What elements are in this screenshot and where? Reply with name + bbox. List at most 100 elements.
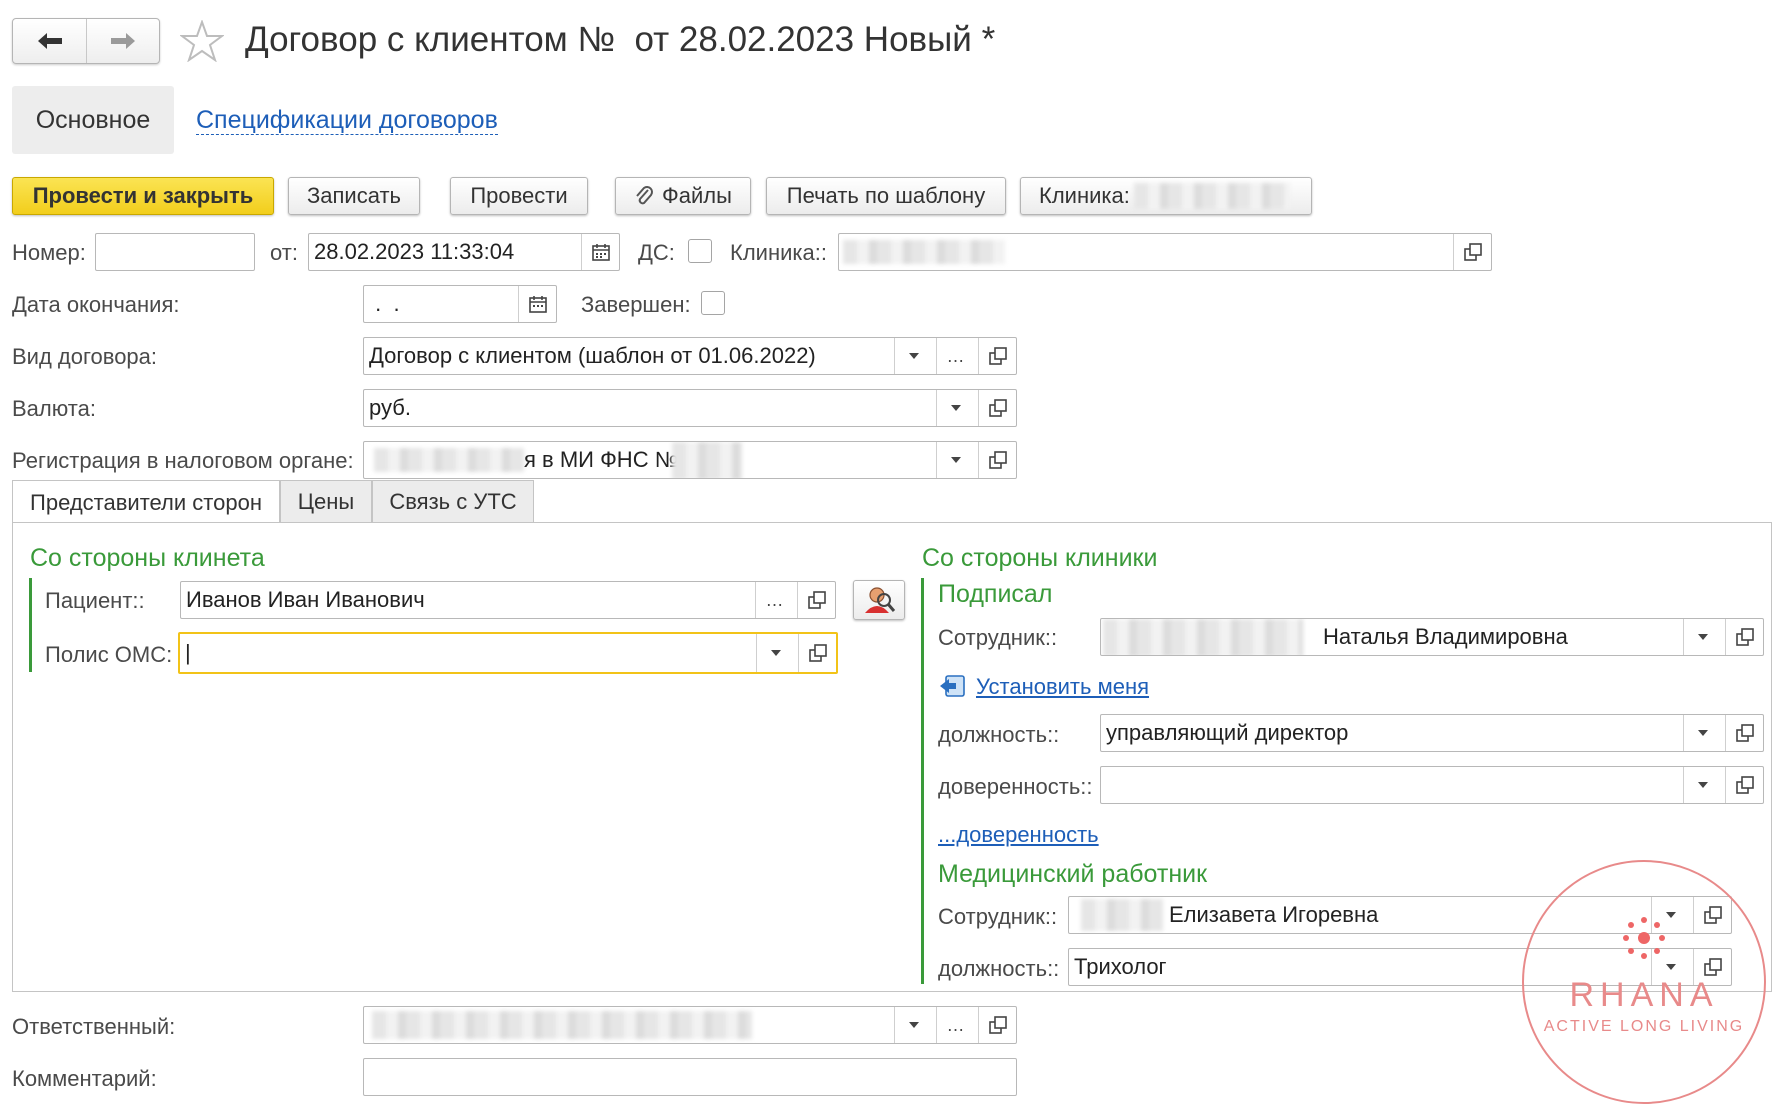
chevron-down-icon[interactable]: [1683, 715, 1721, 751]
chevron-down-icon[interactable]: [936, 442, 974, 478]
clinic-field-label: Клиника::: [730, 240, 827, 265]
open-icon[interactable]: [978, 1007, 1016, 1043]
client-side-title: Со стороны клинета: [30, 544, 265, 572]
date-input[interactable]: 28.02.2023 11:33:04: [308, 233, 620, 271]
tab-representatives[interactable]: Представители сторон: [12, 480, 280, 524]
oms-label: Полис ОМС:: [45, 642, 173, 667]
date-value: 28.02.2023 11:33:04: [314, 239, 515, 264]
files-label: Файлы: [662, 183, 732, 208]
oms-field[interactable]: |: [178, 632, 838, 674]
completed-label: Завершен:: [581, 292, 691, 317]
open-icon[interactable]: [1725, 767, 1763, 803]
find-patient-button[interactable]: [853, 580, 905, 620]
responsible-label: Ответственный:: [12, 1014, 176, 1039]
tax-registration-select[interactable]: я в МИ ФНС №4: [363, 441, 1017, 479]
set-me-link[interactable]: Установить меня: [976, 674, 1149, 700]
position-label: должность::: [938, 722, 1060, 747]
chevron-down-icon[interactable]: [1683, 619, 1721, 655]
end-date-input[interactable]: . .: [363, 285, 557, 323]
position-select[interactable]: управляющий директор: [1100, 714, 1764, 752]
completed-checkbox[interactable]: [701, 291, 725, 315]
tax-value: я в МИ ФНС №4: [524, 447, 691, 472]
calendar-icon[interactable]: [518, 286, 556, 322]
currency-select[interactable]: руб.: [363, 389, 1017, 427]
tab-uts-link[interactable]: Связь с УТС: [372, 480, 534, 522]
clinic-button[interactable]: Клиника:: [1020, 177, 1312, 215]
arrow-left-icon: [36, 31, 64, 51]
star-icon[interactable]: [180, 20, 224, 62]
calendar-icon[interactable]: [581, 234, 619, 270]
employee-label: Сотрудник::: [938, 625, 1058, 650]
nav-group: [12, 18, 160, 64]
ds-label: ДС:: [638, 240, 675, 265]
comment-input[interactable]: [363, 1058, 1017, 1096]
section-main[interactable]: Основное: [12, 86, 174, 154]
more-icon[interactable]: …: [936, 1007, 974, 1043]
position-value: управляющий директор: [1106, 720, 1349, 745]
end-date-label: Дата окончания:: [12, 292, 180, 317]
chevron-down-icon[interactable]: [936, 390, 974, 426]
print-template-button[interactable]: Печать по шаблону: [766, 177, 1006, 215]
open-icon[interactable]: [797, 582, 835, 618]
number-label: Номер:: [12, 240, 86, 265]
contract-type-select[interactable]: Договор с клиентом (шаблон от 01.06.2022…: [363, 337, 1017, 375]
patient-field[interactable]: Иванов Иван Иванович …: [180, 581, 836, 619]
attorney-select[interactable]: [1100, 766, 1764, 804]
attorney-link[interactable]: ...доверенность: [938, 822, 1099, 848]
number-input[interactable]: [95, 233, 255, 271]
end-date-value: . .: [369, 291, 400, 316]
contract-type-value: Договор с клиентом (шаблон от 01.06.2022…: [369, 343, 816, 368]
post-and-close-button[interactable]: Провести и закрыть: [12, 177, 274, 215]
employee-field[interactable]: Наталья Владимировна: [1100, 618, 1764, 656]
save-button[interactable]: Записать: [288, 177, 420, 215]
paperclip-icon: [634, 184, 654, 208]
tax-registration-label: Регистрация в налоговом органе:: [12, 448, 354, 473]
post-button[interactable]: Провести: [450, 177, 588, 215]
client-group-bar: [29, 578, 32, 672]
tab-prices[interactable]: Цены: [280, 480, 372, 522]
currency-value: руб.: [369, 395, 411, 420]
clinic-field[interactable]: [838, 233, 1492, 271]
signed-title: Подписал: [938, 580, 1053, 608]
oms-value: |: [185, 640, 191, 665]
forward-button[interactable]: [87, 19, 159, 63]
chevron-down-icon[interactable]: [756, 634, 794, 672]
arrow-right-icon: [109, 31, 137, 51]
responsible-redacted: [372, 1011, 752, 1039]
open-icon[interactable]: [978, 338, 1016, 374]
page-title: Договор с клиентом № от 28.02.2023 Новый…: [245, 20, 996, 59]
clinic-redacted: [1133, 183, 1290, 209]
contract-type-label: Вид договора:: [12, 344, 158, 369]
section-specs-link[interactable]: Спецификации договоров: [196, 106, 498, 135]
clinic-side-title: Со стороны клиники: [922, 544, 1158, 572]
responsible-select[interactable]: …: [363, 1006, 1017, 1044]
tax-redacted: [374, 448, 524, 472]
ds-checkbox[interactable]: [688, 239, 712, 263]
more-icon[interactable]: …: [936, 338, 974, 374]
open-icon[interactable]: [1725, 715, 1763, 751]
more-icon[interactable]: …: [755, 582, 793, 618]
open-icon[interactable]: [798, 634, 836, 672]
user-search-icon: [862, 585, 896, 615]
open-icon[interactable]: [1725, 619, 1763, 655]
open-icon[interactable]: [978, 442, 1016, 478]
attorney-label: доверенность::: [938, 774, 1093, 799]
medic-position-label: должность::: [938, 956, 1060, 981]
files-button[interactable]: Файлы: [615, 177, 751, 215]
chevron-down-icon[interactable]: [1683, 767, 1721, 803]
comment-label: Комментарий:: [12, 1066, 157, 1091]
rhana-watermark: RHANA ACTIVE LONG LIVING: [1522, 860, 1766, 1104]
watermark-brand: RHANA: [1569, 976, 1719, 1014]
chevron-down-icon[interactable]: [894, 338, 932, 374]
watermark-tagline: ACTIVE LONG LIVING: [1543, 1018, 1745, 1035]
open-icon[interactable]: [978, 390, 1016, 426]
chevron-down-icon[interactable]: [894, 1007, 932, 1043]
back-button[interactable]: [13, 19, 87, 63]
patient-value: Иванов Иван Иванович: [186, 587, 425, 612]
open-icon[interactable]: [1453, 234, 1491, 270]
medic-redacted: [1081, 899, 1163, 931]
clinic-field-redacted: [843, 240, 1005, 264]
from-label: от:: [270, 240, 298, 265]
clinic-group-bar: [921, 578, 924, 984]
medic-title: Медицинский работник: [938, 860, 1208, 888]
